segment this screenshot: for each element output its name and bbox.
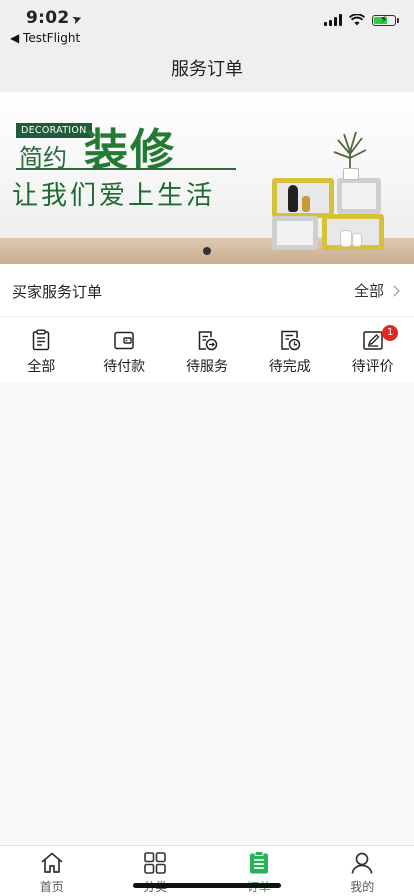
banner-carousel[interactable]: DECORATION 简约 装修 让我们爱上生活	[0, 92, 414, 264]
view-all-label: 全部	[353, 282, 384, 300]
bottom-tab-bar: 首页 分类 订单 我的	[0, 845, 414, 896]
order-tab-pending-service[interactable]: 待服务	[166, 317, 249, 383]
order-tab-label: 待付款	[103, 359, 146, 375]
wifi-icon	[349, 14, 365, 26]
section-title: 买家服务订单	[12, 283, 103, 301]
tab-orders[interactable]: 订单	[207, 846, 311, 896]
carousel-dot-active[interactable]	[203, 247, 211, 255]
wallet-icon	[114, 331, 134, 350]
grid-icon	[144, 852, 167, 874]
navigation-bar: 服务订单	[0, 48, 414, 92]
tab-profile[interactable]: 我的	[311, 846, 414, 896]
buyer-orders-header: 买家服务订单 全部	[0, 264, 414, 317]
charging-bolt-icon: ⚡	[380, 12, 388, 26]
banner-slogan: 让我们爱上生活	[12, 181, 216, 211]
status-time: 9:02➤	[26, 8, 85, 28]
banner-divider	[16, 168, 236, 170]
clock-doc-icon	[281, 330, 301, 351]
back-to-app-link[interactable]: ◀ TestFlight	[10, 31, 80, 45]
tab-category[interactable]: 分类	[104, 846, 208, 896]
order-tab-label: 待完成	[268, 359, 311, 375]
service-icon	[198, 331, 218, 351]
banner-tag: DECORATION	[16, 123, 92, 138]
order-tab-pending-review[interactable]: 1 待评价	[331, 317, 414, 383]
order-tab-label: 全部	[27, 359, 56, 375]
order-tab-label: 待评价	[351, 359, 394, 375]
tab-label: 我的	[350, 880, 375, 894]
unread-count-badge: 1	[382, 325, 399, 341]
tab-home[interactable]: 首页	[0, 846, 104, 896]
order-tab-label: 待服务	[185, 359, 228, 375]
clipboard-icon	[33, 329, 50, 351]
home-icon	[41, 852, 63, 873]
order-tab-pending-payment[interactable]: 待付款	[83, 317, 166, 383]
order-tab-pending-completion[interactable]: 待完成	[248, 317, 331, 383]
page-title: 服务订单	[171, 59, 243, 80]
edit-review-icon	[362, 331, 383, 350]
view-all-orders-link[interactable]: 全部	[353, 280, 400, 301]
user-icon	[351, 852, 373, 874]
battery-icon: ⚡	[372, 12, 399, 26]
tab-label: 首页	[39, 880, 64, 894]
cellular-signal-icon	[324, 14, 342, 26]
chevron-right-icon	[388, 284, 400, 297]
order-status-tabs: 全部 待付款 待服务 待完成 1 待评价	[0, 317, 414, 383]
status-icons: ⚡	[324, 12, 399, 26]
location-arrow-icon: ➤	[70, 10, 85, 28]
time-text: 9:02	[26, 8, 70, 28]
home-indicator[interactable]	[133, 883, 281, 888]
order-icon	[249, 851, 268, 874]
status-bar: 9:02➤ ◀ TestFlight ⚡	[0, 0, 414, 48]
order-tab-all[interactable]: 全部	[0, 317, 83, 383]
